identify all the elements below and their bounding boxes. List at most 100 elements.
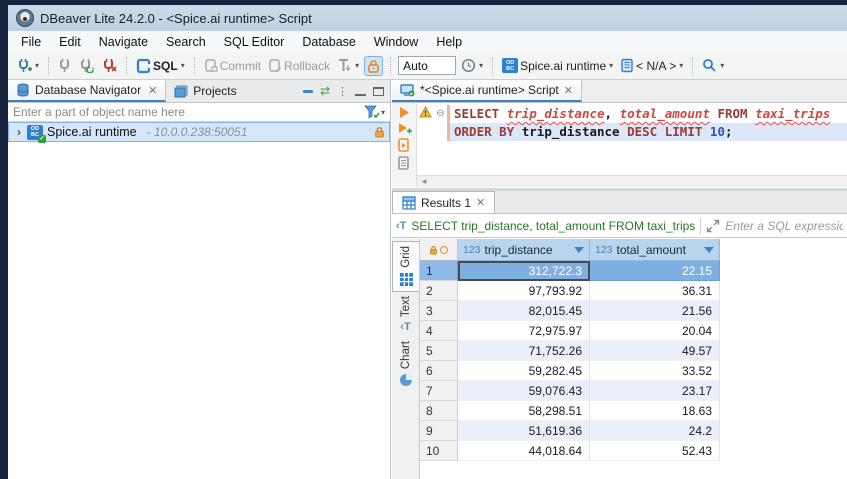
transaction-log-button[interactable]: ▾ [459,56,485,75]
menu-search[interactable]: Search [157,33,215,51]
scroll-left-arrow-icon[interactable]: ◂ [417,176,431,187]
grid-cell[interactable]: 24.2 [590,421,720,441]
menu-help[interactable]: Help [427,33,471,51]
tab-script-editor[interactable]: *<Spice.ai runtime> Script ✕ [392,80,582,102]
close-icon[interactable]: ✕ [564,84,573,97]
grid-cell[interactable]: 82,015.45 [458,301,590,321]
chevron-down-icon[interactable]: ▾ [381,108,385,117]
link-editor-icon[interactable]: ⇄ [320,86,330,96]
commit-button[interactable]: Commit [202,56,263,75]
chevron-down-icon: ▾ [181,61,185,70]
active-schema-selector[interactable]: < N/A > ▾ [618,56,685,75]
connection-lock-button[interactable] [364,56,383,76]
row-number[interactable]: 2 [420,281,458,301]
close-icon[interactable]: ✕ [148,84,157,97]
disconnect-button[interactable] [100,56,119,75]
execute-statement-button[interactable] [398,106,411,119]
navigator-filter-row: Enter a part of object name here ▾ [8,103,390,122]
presentation-tabs: Grid Text ‹T Chart [392,239,420,479]
row-number[interactable]: 6 [420,361,458,381]
code-line[interactable]: SELECT trip_distance, total_amount FROM … [454,105,847,123]
grid-cell[interactable]: 52.43 [590,441,720,461]
column-header-trip-distance[interactable]: 123 trip_distance [458,239,590,261]
filter-expression-input[interactable]: Enter a SQL expression to [725,219,843,233]
script-button[interactable] [397,156,411,171]
row-number[interactable]: 5 [420,341,458,361]
sort-desc-icon[interactable] [704,247,714,253]
grid-cell[interactable]: 72,975.97 [458,321,590,341]
grid-cell[interactable]: 23.17 [590,381,720,401]
grid-cell[interactable]: 44,018.64 [458,441,590,461]
rollback-button[interactable]: Rollback [266,56,332,75]
grid-cell[interactable]: 49.57 [590,341,720,361]
new-connection-button[interactable]: ▾ [14,56,41,76]
menu-database[interactable]: Database [293,33,365,51]
grid-cell[interactable]: 58,298.51 [458,401,590,421]
grid-cell[interactable]: 97,793.92 [458,281,590,301]
expand-chevron-icon[interactable]: › [17,125,21,139]
fold-marker[interactable]: ⊖ [436,108,444,119]
column-header-total-amount[interactable]: 123 total_amount [590,239,720,261]
view-menu-icon[interactable]: ⋮ [337,85,348,98]
sql-token: ; [725,124,733,139]
grid-cell[interactable]: 22.15 [590,261,720,281]
table-row: 951,619.3624.2 [420,421,847,441]
sql-token [702,124,710,139]
code-line[interactable]: ORDER BY trip_distance DESC LIMIT 10; [447,123,847,141]
grid-cell[interactable]: 18.63 [590,401,720,421]
tab-grid[interactable]: Grid [392,241,419,292]
custom-filter-icon[interactable]: ‹T [396,220,406,232]
grid-cell[interactable]: 33.52 [590,361,720,381]
code-area[interactable]: SELECT trip_distance, total_amount FROM … [447,105,847,141]
grid-cell[interactable]: 312,722.3 [458,261,590,281]
expand-panel-icon[interactable] [706,219,720,233]
tab-text[interactable]: Text ‹T [400,292,412,337]
menu-edit[interactable]: Edit [50,33,90,51]
row-number[interactable]: 7 [420,381,458,401]
table-row: 858,298.5118.63 [420,401,847,421]
row-number[interactable]: 4 [420,321,458,341]
row-number[interactable]: 1 [420,261,458,281]
grid-cell[interactable]: 36.31 [590,281,720,301]
window-frame-left [0,0,8,479]
execute-script-button[interactable] [397,138,411,153]
editor-horizontal-scrollbar[interactable]: ◂ [417,175,847,187]
row-number[interactable]: 9 [420,421,458,441]
row-number[interactable]: 10 [420,441,458,461]
transaction-mode-button[interactable]: ▾ [335,56,361,75]
grid-cell[interactable]: 20.04 [590,321,720,341]
table-row: 472,975.9720.04 [420,321,847,341]
minimize-dash-icon[interactable] [303,90,313,93]
statement-range-bar [447,105,450,141]
row-number[interactable]: 8 [420,401,458,421]
grid-cell[interactable]: 59,282.45 [458,361,590,381]
menu-window[interactable]: Window [365,33,427,51]
active-connection-selector[interactable]: ODBC Spice.ai runtime ▾ [500,56,615,75]
grid-corner-cell[interactable] [420,239,458,261]
grid-cell[interactable]: 59,076.43 [458,381,590,401]
sort-desc-icon[interactable] [574,247,584,253]
minimize-view-icon[interactable] [355,87,366,96]
tab-database-navigator[interactable]: Database Navigator ✕ [8,80,166,102]
connect-button[interactable] [56,56,74,75]
tab-chart[interactable]: Chart [399,337,413,391]
execute-new-tab-button[interactable] [397,122,412,135]
filter-funnel-icon[interactable] [364,105,380,119]
autocommit-select[interactable] [398,56,456,75]
navigator-filter-input[interactable]: Enter a part of object name here [13,105,364,119]
menu-file[interactable]: File [12,33,50,51]
menu-navigate[interactable]: Navigate [90,33,157,51]
tab-projects[interactable]: Projects [166,80,244,102]
tab-results-1[interactable]: Results 1 ✕ [392,191,495,213]
menu-sql-editor[interactable]: SQL Editor [215,33,294,51]
grid-cell[interactable]: 21.56 [590,301,720,321]
reconnect-button[interactable] [77,56,97,75]
grid-cell[interactable]: 51,619.36 [458,421,590,441]
grid-cell[interactable]: 71,752.26 [458,341,590,361]
sql-editor-button[interactable]: SQL ▾ [134,56,187,76]
search-button[interactable]: ▾ [700,56,726,75]
maximize-view-icon[interactable] [373,87,384,96]
connection-tree-item[interactable]: › ODBC Spice.ai runtime - 10.0.0.238:500… [8,122,390,142]
row-number[interactable]: 3 [420,301,458,321]
close-icon[interactable]: ✕ [476,196,485,209]
